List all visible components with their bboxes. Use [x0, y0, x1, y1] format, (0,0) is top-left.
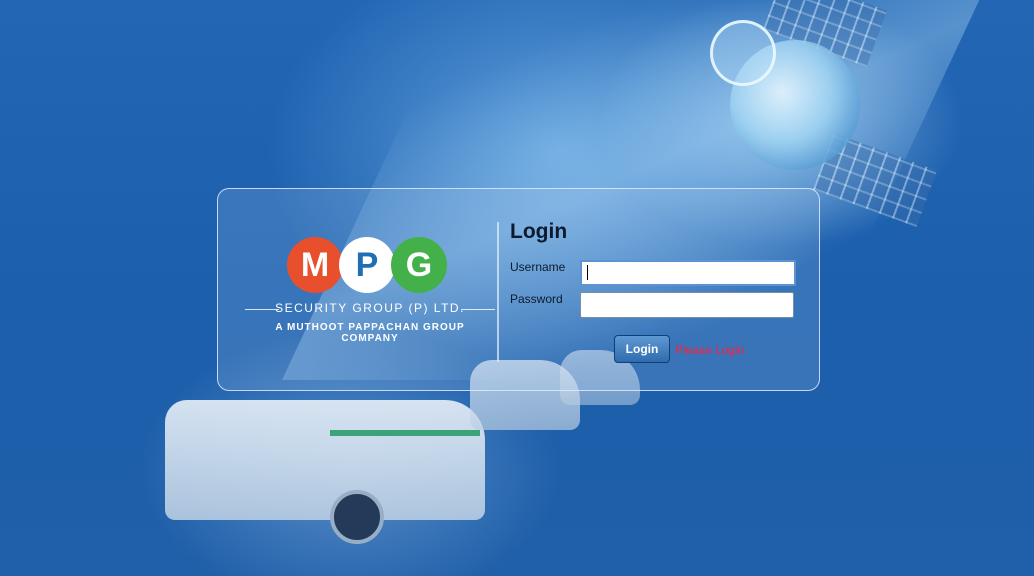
wheel-icon [330, 490, 384, 544]
panel-divider [497, 222, 499, 362]
taxi-icon [165, 400, 485, 520]
login-button[interactable]: Login [614, 335, 670, 363]
username-input[interactable] [580, 260, 796, 286]
logo-letter-p: P [339, 237, 395, 293]
taxi-stripe [330, 430, 480, 436]
logo-company-name: SECURITY GROUP (P) LTD. [245, 301, 495, 315]
username-label: Username [510, 260, 566, 274]
password-input[interactable] [580, 292, 794, 318]
logo-letter-g: G [391, 237, 447, 293]
text-caret [587, 265, 588, 280]
login-title: Login [510, 220, 568, 243]
satellite-dish-icon [710, 20, 776, 86]
status-message: Please Login [675, 343, 745, 357]
logo-tagline: A MUTHOOT PAPPACHAN GROUP COMPANY [275, 322, 465, 344]
password-label: Password [510, 292, 563, 306]
logo-letter-m: M [287, 237, 343, 293]
company-logo: M P G SECURITY GROUP (P) LTD. A MUTHOOT … [245, 237, 495, 344]
